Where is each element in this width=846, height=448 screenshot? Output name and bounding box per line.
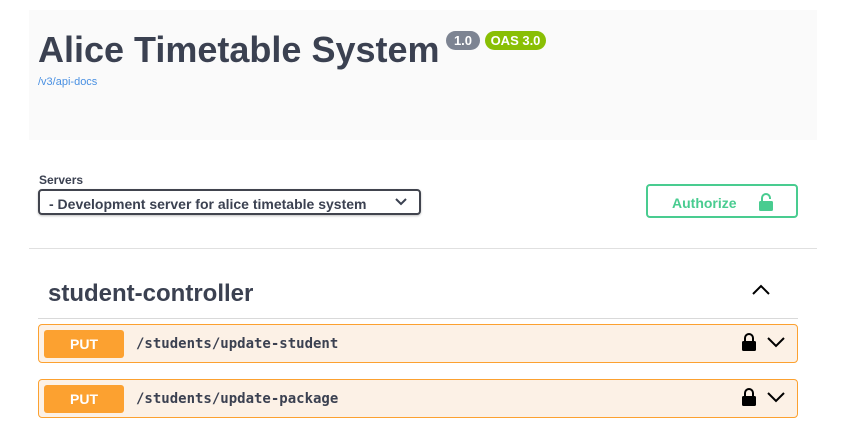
tag-header-student-controller[interactable]: student-controller (38, 269, 798, 319)
unlock-icon (758, 193, 774, 216)
operation-path: /students/update-student (136, 336, 339, 352)
servers-label: Servers (39, 173, 84, 187)
operation-path: /students/update-package (136, 391, 339, 407)
tag-title: student-controller (48, 280, 254, 307)
servers-selected-value: - Development server for alice timetable… (49, 196, 367, 212)
api-title: Alice Timetable System (38, 29, 440, 70)
api-docs-link[interactable]: /v3/api-docs (38, 76, 97, 88)
chevron-down-icon (395, 195, 407, 214)
oas-badge: OAS 3.0 (485, 31, 546, 50)
lock-icon[interactable] (742, 388, 756, 411)
operation-put-update-student[interactable]: PUT /students/update-student (38, 324, 798, 363)
chevron-down-icon[interactable] (766, 335, 786, 354)
version-badge: 1.0 (446, 31, 480, 50)
authorize-label: Authorize (672, 195, 737, 211)
lock-icon[interactable] (742, 333, 756, 356)
section-divider (29, 248, 817, 249)
operation-put-update-package[interactable]: PUT /students/update-package (38, 379, 798, 418)
chevron-down-icon[interactable] (766, 390, 786, 409)
authorize-button[interactable]: Authorize (646, 184, 798, 218)
chevron-up-icon[interactable] (751, 283, 771, 302)
api-info-section: Alice Timetable System 1.0 OAS 3.0 /v3/a… (29, 10, 817, 140)
servers-select[interactable]: - Development server for alice timetable… (38, 189, 421, 215)
method-badge: PUT (44, 385, 124, 413)
method-badge: PUT (44, 330, 124, 358)
